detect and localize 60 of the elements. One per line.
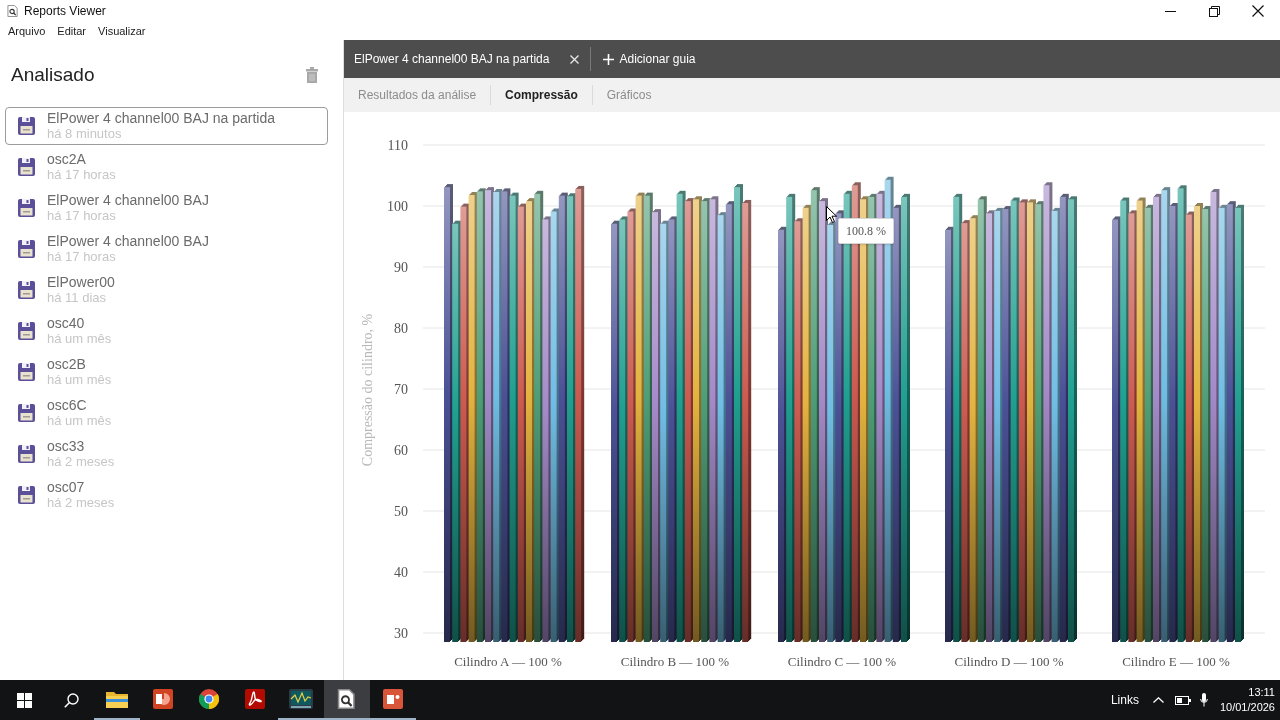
view-tab[interactable]: Compressão	[491, 78, 592, 112]
microphone-icon	[1199, 693, 1208, 707]
view-tab[interactable]: Resultados da análise	[344, 78, 491, 112]
file-list-item[interactable]: ElPower 4 channel00 BAJ há 17 horas	[5, 230, 328, 268]
windows-logo-icon	[16, 692, 32, 708]
document-search-icon	[337, 689, 357, 709]
y-tick-label: 50	[394, 504, 408, 519]
file-list-item[interactable]: osc2A há 17 horas	[5, 148, 328, 186]
picture-app-icon	[383, 689, 403, 709]
trash-icon	[306, 67, 318, 83]
category-label: Cilindro D — 100 %	[954, 654, 1064, 669]
close-icon	[1252, 5, 1264, 17]
category-label: Cilindro C — 100 %	[787, 654, 897, 669]
restore-icon	[1208, 5, 1220, 17]
app-icon	[7, 5, 19, 17]
close-icon	[569, 54, 579, 64]
y-axis-title: Compressão do cilindro, %	[360, 313, 375, 467]
pointer-cursor-icon	[826, 206, 837, 223]
category-label: Cilindro B — 100 %	[620, 654, 730, 669]
search-icon	[63, 692, 79, 708]
minimize-icon	[1164, 10, 1176, 12]
category-label: Cilindro A — 100 %	[454, 654, 562, 669]
category-label: Cilindro E — 100 %	[1122, 654, 1230, 669]
file-list-item[interactable]: osc6C há um mês	[5, 394, 328, 432]
file-list-item[interactable]: osc33 há 2 meses	[5, 435, 328, 473]
taskbar-app-button[interactable]	[324, 680, 370, 720]
file-list-item[interactable]: ElPower 4 channel00 BAJ há 17 horas	[5, 189, 328, 227]
view-tab[interactable]: Gráficos	[592, 78, 666, 112]
y-tick-label: 90	[394, 260, 408, 275]
y-tick-label: 30	[394, 626, 408, 641]
y-tick-label: 100	[387, 199, 408, 214]
file-list-item[interactable]: osc40 há um mês	[5, 312, 328, 350]
menu-item[interactable]: Visualizar	[98, 24, 146, 38]
close-tab-button[interactable]	[567, 52, 582, 66]
window-title: Reports Viewer	[24, 3, 106, 20]
round-logo-icon	[199, 689, 219, 709]
links-toolbar[interactable]: Links	[1110, 691, 1139, 709]
slides-app-icon	[153, 689, 173, 709]
chevron-up-icon	[1153, 697, 1165, 703]
y-tick-label: 60	[394, 443, 408, 458]
file-list-item[interactable]: ElPower00 há 11 dias	[5, 271, 328, 309]
battery-icon	[1174, 695, 1191, 705]
add-tab-button[interactable]: Adicionar guia	[603, 50, 696, 68]
file-list-item[interactable]: osc07 há 2 meses	[5, 476, 328, 514]
file-list-item[interactable]: osc2B há um mês	[5, 353, 328, 391]
y-tick-label: 70	[394, 382, 408, 397]
sidebar-title: Analisado	[11, 63, 95, 87]
y-tick-label: 40	[394, 565, 408, 580]
oscilloscope-icon	[289, 689, 313, 709]
document-tab[interactable]: ElPower 4 channel00 BAJ na partida	[344, 40, 568, 78]
chart-tooltip: 100.8 %	[838, 218, 894, 244]
clock-button[interactable]: 13:11 10/01/2026	[1219, 680, 1275, 720]
folder-icon	[106, 690, 128, 708]
plus-icon	[603, 53, 615, 65]
menu-item[interactable]: Arquivo	[8, 24, 46, 38]
menu-item[interactable]: Editar	[57, 24, 87, 38]
pdf-reader-icon	[245, 689, 265, 709]
y-tick-label: 80	[394, 321, 408, 336]
y-tick-label: 110	[387, 138, 408, 153]
file-list-item[interactable]: ElPower 4 channel00 BAJ na partida há 8 minutos	[5, 107, 328, 145]
